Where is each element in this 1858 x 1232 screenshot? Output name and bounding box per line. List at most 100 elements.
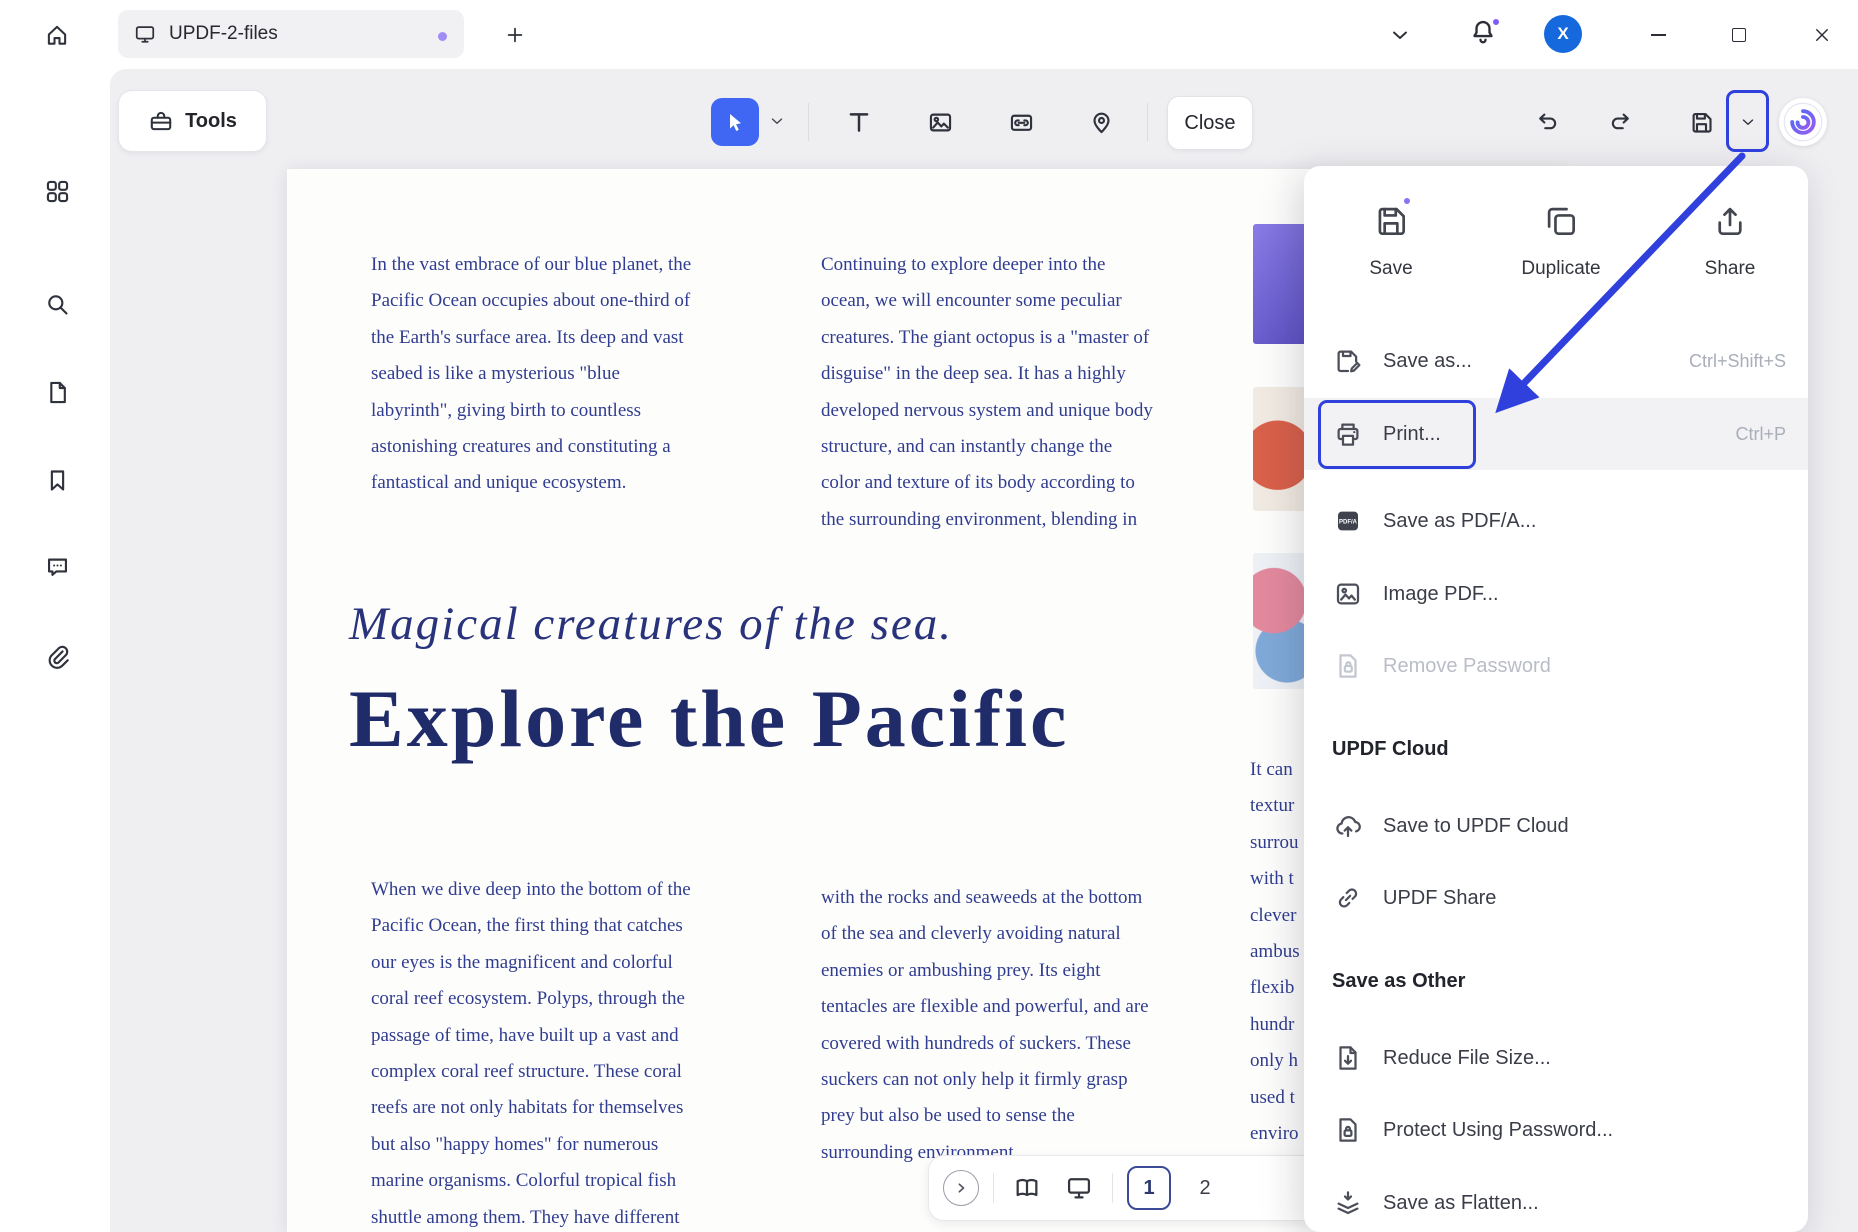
- home-button[interactable]: [34, 12, 80, 58]
- link-tool-button[interactable]: [1001, 102, 1041, 142]
- text-line: coral reef ecosystem. Polyps, through th…: [371, 981, 691, 1017]
- menu-item-label: Protect Using Password...: [1383, 1119, 1613, 1142]
- tab-list-button[interactable]: [1388, 23, 1414, 47]
- menu-item-protect-using-password[interactable]: Protect Using Password...: [1304, 1094, 1808, 1166]
- unsaved-dot: [438, 32, 447, 41]
- home-icon: [44, 22, 70, 48]
- save-dropdown-menu: Save Duplicate Share Save as... Ctrl+Shi…: [1304, 166, 1808, 1232]
- menu-item-label: Save to UPDF Cloud: [1383, 815, 1569, 838]
- text-line: shuttle among them. They have different: [371, 1200, 691, 1232]
- left-sidebar: [0, 69, 110, 1232]
- undo-button[interactable]: [1527, 102, 1567, 142]
- quick-save-label: Save: [1369, 258, 1412, 280]
- text-line: astonishing creatures and constituting a: [371, 429, 691, 465]
- text-line: with the rocks and seaweeds at the botto…: [821, 880, 1149, 916]
- paperclip-icon: [44, 643, 71, 670]
- page-1-button[interactable]: 1: [1127, 1166, 1171, 1210]
- text-line: clever: [1250, 898, 1308, 934]
- close-label: Close: [1184, 112, 1235, 135]
- undo-icon: [1534, 109, 1561, 136]
- notifications-button[interactable]: [1468, 17, 1502, 51]
- text-line: Continuing to explore deeper into the: [821, 247, 1153, 283]
- text-line: When we dive deep into the bottom of the: [371, 872, 691, 908]
- book-icon: [1013, 1174, 1041, 1202]
- two-page-view-button[interactable]: [1008, 1169, 1046, 1207]
- text-line: with t: [1250, 861, 1308, 897]
- map-pin-icon: [1088, 109, 1115, 136]
- text-line: the Earth's surface area. Its deep and v…: [371, 320, 691, 356]
- text-line: surrou: [1250, 825, 1308, 861]
- tab-title: UPDF-2-files: [169, 23, 278, 45]
- text-line: prey but also be used to sense the: [821, 1098, 1149, 1134]
- ai-assistant-button[interactable]: [1779, 98, 1827, 146]
- menu-item-label: Save as PDF/A...: [1383, 510, 1536, 533]
- sidebar-item-search[interactable]: [35, 282, 79, 326]
- menu-item-save-as-pdfa[interactable]: PDF/A Save as PDF/A...: [1304, 485, 1808, 557]
- document-heading: Explore the Pacific: [349, 672, 1069, 766]
- select-tool-button[interactable]: [711, 98, 759, 146]
- updf-app-window: UPDF-2-files X: [0, 0, 1858, 1232]
- sidebar-item-comments[interactable]: [35, 545, 79, 589]
- redo-button[interactable]: [1600, 102, 1640, 142]
- text-line: textur: [1250, 788, 1308, 824]
- quick-duplicate-label: Duplicate: [1521, 258, 1600, 280]
- new-tab-button[interactable]: [500, 20, 530, 50]
- reduce-size-icon: [1332, 1042, 1364, 1074]
- image-icon: [927, 109, 954, 136]
- close-edit-button[interactable]: Close: [1167, 96, 1253, 150]
- flatten-icon: [1332, 1187, 1364, 1219]
- minimize-button[interactable]: [1639, 16, 1677, 54]
- plus-icon: [504, 24, 526, 46]
- menu-item-label: UPDF Share: [1383, 887, 1496, 910]
- text-line: tentacles are flexible and powerful, and…: [821, 989, 1149, 1025]
- menu-section-save-as-other: Save as Other: [1332, 970, 1465, 993]
- sidebar-item-bookmarks[interactable]: [35, 458, 79, 502]
- menu-quick-save[interactable]: Save: [1326, 198, 1456, 280]
- paragraph-3: When we dive deep into the bottom of the…: [371, 872, 691, 1232]
- menu-item-updf-share[interactable]: UPDF Share: [1304, 862, 1808, 934]
- menu-item-image-pdf[interactable]: Image PDF...: [1304, 558, 1808, 630]
- save-options-dropdown[interactable]: [1732, 102, 1764, 142]
- text-line: Pacific Ocean, the first thing that catc…: [371, 908, 691, 944]
- location-tool-button[interactable]: [1081, 102, 1121, 142]
- menu-item-save-to-updf-cloud[interactable]: Save to UPDF Cloud: [1304, 790, 1808, 862]
- text-line: passage of time, have built up a vast an…: [371, 1018, 691, 1054]
- sidebar-item-pages[interactable]: [35, 370, 79, 414]
- document-subheading: Magical creatures of the sea.: [349, 597, 953, 651]
- presentation-view-button[interactable]: [1060, 1169, 1098, 1207]
- save-button[interactable]: [1681, 102, 1721, 142]
- sidebar-item-attachments[interactable]: [35, 634, 79, 678]
- menu-item-save-as[interactable]: Save as... Ctrl+Shift+S: [1304, 325, 1808, 397]
- tools-button[interactable]: Tools: [118, 90, 267, 152]
- image-tool-button[interactable]: [920, 102, 960, 142]
- menu-item-save-as-flatten[interactable]: Save as Flatten...: [1304, 1167, 1808, 1232]
- next-page-button[interactable]: [943, 1170, 979, 1206]
- close-icon: [1813, 26, 1831, 44]
- text-line: Pacific Ocean occupies about one-third o…: [371, 283, 691, 319]
- menu-item-remove-password: Remove Password: [1304, 630, 1808, 702]
- select-tool-dropdown[interactable]: [768, 112, 790, 132]
- user-avatar[interactable]: X: [1544, 15, 1582, 53]
- text-line: covered with hundreds of suckers. These: [821, 1026, 1149, 1062]
- maximize-button[interactable]: [1720, 16, 1758, 54]
- document-tab[interactable]: UPDF-2-files: [118, 10, 464, 58]
- chevron-down-icon: [1739, 113, 1757, 131]
- page-2-button[interactable]: 2: [1185, 1166, 1225, 1210]
- menu-item-label: Save as Flatten...: [1383, 1192, 1539, 1215]
- menu-item-print[interactable]: Print... Ctrl+P: [1304, 398, 1808, 470]
- pager-divider: [1112, 1173, 1113, 1203]
- menu-quick-duplicate[interactable]: Duplicate: [1496, 198, 1626, 280]
- sidebar-item-tools-grid[interactable]: [35, 169, 79, 213]
- page-number: 1: [1143, 1177, 1154, 1200]
- menu-item-reduce-file-size[interactable]: Reduce File Size...: [1304, 1022, 1808, 1094]
- avatar-initial: X: [1557, 24, 1568, 44]
- pdfa-icon: PDF/A: [1332, 505, 1364, 537]
- close-window-button[interactable]: [1803, 16, 1841, 54]
- document-image-pink-coral: [1253, 553, 1308, 689]
- share-icon: [1707, 198, 1753, 244]
- text-tool-button[interactable]: [839, 102, 879, 142]
- text-line: In the vast embrace of our blue planet, …: [371, 247, 691, 283]
- bookmark-icon: [44, 467, 71, 494]
- text-line: It can: [1250, 752, 1308, 788]
- menu-quick-share[interactable]: Share: [1665, 198, 1795, 280]
